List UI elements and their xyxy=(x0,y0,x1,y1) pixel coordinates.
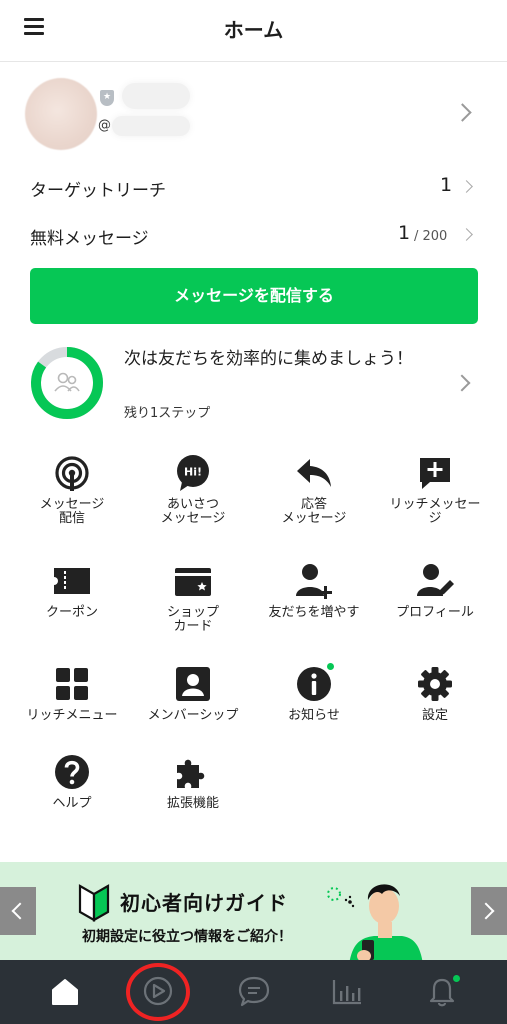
account-name-blurred xyxy=(122,83,190,109)
chevron-right-icon xyxy=(477,902,495,920)
svg-text:Hi!: Hi! xyxy=(184,466,202,479)
tile-label: リッチメッセー ジ xyxy=(389,497,481,526)
puzzle-icon xyxy=(177,759,205,788)
tile-rich-message[interactable]: リッチメッセー ジ xyxy=(372,454,498,526)
beginner-mark-icon xyxy=(78,884,110,922)
free-messages-row[interactable]: 無料メッセージ 1 / 200 xyxy=(30,216,477,256)
rich-menu-icon xyxy=(56,668,88,700)
tile-profile[interactable]: プロフィール xyxy=(372,562,498,620)
reply-icon xyxy=(297,459,331,487)
target-reach-label: ターゲットリーチ xyxy=(30,181,166,201)
bottom-tab-bar xyxy=(0,960,507,1024)
tile-label: 友だちを増やす xyxy=(268,605,360,620)
rich-message-icon xyxy=(420,458,450,489)
chevron-right-icon xyxy=(453,103,472,122)
add-friend-icon xyxy=(296,564,332,599)
profile-edit-icon xyxy=(417,564,454,596)
banner-title: 初心者向けガイド xyxy=(120,891,288,915)
antenna-icon xyxy=(55,456,89,491)
guide-person-illustration xyxy=(349,884,423,960)
tile-message-delivery[interactable]: メッセージ 配信 xyxy=(9,454,135,526)
send-message-button[interactable]: メッセージを配信する xyxy=(30,268,478,324)
chat-icon[interactable] xyxy=(237,974,271,1008)
new-badge xyxy=(326,662,335,671)
tile-coupon[interactable]: クーポン xyxy=(9,562,135,620)
tile-add-friends[interactable]: 友だちを増やす xyxy=(251,562,377,620)
tile-label: 応答 メッセージ xyxy=(281,497,347,526)
chevron-right-icon xyxy=(460,228,473,241)
shop-card-icon xyxy=(175,568,211,596)
tile-greeting-message[interactable]: Hi! あいさつ メッセージ xyxy=(130,454,256,526)
hi-bubble-icon: Hi! xyxy=(177,455,209,491)
tile-extensions[interactable]: 拡張機能 xyxy=(130,753,256,811)
tile-settings[interactable]: 設定 xyxy=(372,665,498,723)
notification-badge xyxy=(452,974,461,983)
tile-label: お知らせ xyxy=(288,708,340,723)
beginner-guide-banner[interactable]: 初心者向けガイド 初期設定に役立つ情報をご紹介！ xyxy=(0,862,507,960)
tile-help[interactable]: ヘルプ xyxy=(9,753,135,811)
tile-label: 設定 xyxy=(421,708,448,723)
tile-label: ショップ カード xyxy=(166,605,219,634)
tile-label: あいさつ メッセージ xyxy=(160,497,226,526)
info-icon xyxy=(297,667,331,701)
progress-subtitle: 残り1ステップ xyxy=(124,406,211,421)
target-reach-row[interactable]: ターゲットリーチ 1 xyxy=(30,168,477,208)
analytics-icon[interactable] xyxy=(330,974,364,1008)
chevron-left-icon xyxy=(11,902,29,920)
tile-label: リッチメニュー xyxy=(26,708,118,723)
banner-subtitle: 初期設定に役立つ情報をご紹介！ xyxy=(82,929,292,945)
progress-title: 次は友だちを効率的に集めましょう！ xyxy=(124,349,413,369)
home-icon[interactable] xyxy=(48,974,82,1008)
chevron-right-icon xyxy=(460,180,473,193)
progress-ring xyxy=(31,347,103,419)
tile-rich-menu[interactable]: リッチメニュー xyxy=(9,665,135,723)
membership-icon xyxy=(176,667,210,701)
help-icon xyxy=(55,755,89,789)
tile-label: ヘルプ xyxy=(52,796,92,811)
setup-progress-card[interactable]: 次は友だちを効率的に集めましょう！ 残り1ステップ xyxy=(0,340,507,430)
target-reach-value: 1 xyxy=(440,174,453,196)
avatar xyxy=(25,78,97,150)
unverified-badge-icon: ★ xyxy=(100,90,114,106)
account-id-prefix: @ xyxy=(98,118,111,133)
tile-notices[interactable]: お知らせ xyxy=(251,662,377,723)
free-messages-limit: / 200 xyxy=(414,229,448,244)
highlight-ring-annotation xyxy=(126,963,190,1021)
free-messages-label: 無料メッセージ xyxy=(30,229,149,249)
banner-prev-button[interactable] xyxy=(0,887,36,935)
tile-label: メッセージ 配信 xyxy=(39,497,105,526)
coupon-icon xyxy=(53,568,90,594)
tile-auto-response[interactable]: 応答 メッセージ xyxy=(251,454,377,526)
page-title: ホーム xyxy=(223,18,284,42)
gear-icon xyxy=(418,667,452,701)
account-profile[interactable]: ★ @ xyxy=(0,63,507,163)
banner-next-button[interactable] xyxy=(471,887,507,935)
chevron-right-icon xyxy=(453,374,471,392)
tile-label: 拡張機能 xyxy=(166,796,219,811)
account-id-blurred xyxy=(112,116,190,136)
tile-label: クーポン xyxy=(45,605,98,620)
free-messages-used: 1 xyxy=(398,222,411,244)
tile-shop-card[interactable]: ショップ カード xyxy=(130,562,256,634)
tile-label: プロフィール xyxy=(396,605,474,620)
tile-membership[interactable]: メンバーシップ xyxy=(130,665,256,723)
tile-label: メンバーシップ xyxy=(147,708,239,723)
app-header: ホーム xyxy=(0,0,507,62)
